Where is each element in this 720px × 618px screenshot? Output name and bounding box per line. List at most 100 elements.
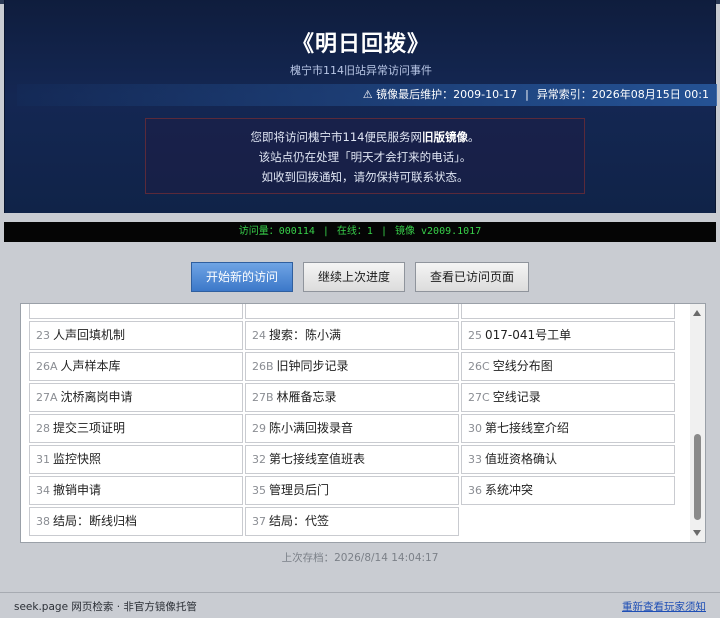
item-number: 30 — [468, 422, 482, 435]
list-item[interactable]: 26C 空线分布图 — [461, 352, 675, 381]
item-label: 管理员后门 — [269, 483, 330, 497]
list-item[interactable]: 36 系统冲突 — [461, 476, 675, 505]
list-item[interactable]: 27C 空线记录 — [461, 383, 675, 412]
action-buttons: 开始新的访问 继续上次进度 查看已访问页面 — [4, 262, 716, 292]
record-list[interactable]: 23 人声回填机制 24 搜索：陈小满 25 017-041号工单 26A 人声样本库 26B 旧… — [20, 303, 706, 543]
visitor-counter: 访问量：000114 | 在线：1 | 镜像 v2009.1017 — [4, 222, 716, 242]
notice-line-3: 如收到回拨通知，请勿保持可联系状态。 — [261, 170, 469, 184]
item-number: 37 — [252, 515, 266, 528]
visited-pages-button[interactable]: 查看已访问页面 — [415, 262, 530, 292]
list-item[interactable]: 24 搜索：陈小满 — [245, 321, 459, 350]
item-label: 空线记录 — [492, 390, 541, 404]
table-row: 34 撤销申请 35 管理员后门 36 系统冲突 — [29, 476, 689, 505]
item-number: 29 — [252, 422, 266, 435]
site-header: 《明日回拨》 槐宁市114旧站异常访问事件 ⚠ 镜像最后维护：2009-10-1… — [4, 0, 717, 213]
online-count: 在线：1 — [336, 226, 373, 237]
item-label: 值班资格确认 — [485, 452, 558, 466]
notice-box: 您即将访问槐宁市114便民服务网旧版镜像。 该站点仍在处理「明天才会打来的电话」… — [145, 118, 585, 194]
maintenance-date: ⚠ 镜像最后维护：2009-10-17 — [362, 88, 518, 101]
table-row: 23 人声回填机制 24 搜索：陈小满 25 017-041号工单 — [29, 321, 689, 350]
list-item-clipped[interactable] — [245, 304, 459, 319]
item-label: 搜索：陈小满 — [269, 328, 342, 342]
item-label: 第七接线室介绍 — [485, 421, 570, 435]
item-label: 撤销申请 — [53, 483, 102, 497]
item-number: 27B — [252, 391, 274, 404]
list-item[interactable]: 28 提交三项证明 — [29, 414, 243, 443]
main-panel: 开始新的访问 继续上次进度 查看已访问页面 23 人声回填机制 24 搜索：陈小满 25… — [4, 242, 716, 592]
item-label: 提交三项证明 — [53, 421, 126, 435]
scroll-down-arrow-icon[interactable] — [693, 530, 701, 536]
item-number: 33 — [468, 453, 482, 466]
list-item[interactable]: 38 结局：断线归档 — [29, 507, 243, 536]
player-notice-link[interactable]: 重新查看玩家须知 — [622, 599, 706, 614]
scroll-up-arrow-icon[interactable] — [693, 310, 701, 316]
table-row: 26A 人声样本库 26B 旧钟同步记录 26C 空线分布图 — [29, 352, 689, 381]
record-grid: 23 人声回填机制 24 搜索：陈小满 25 017-041号工单 26A 人声样本库 26B 旧… — [29, 304, 689, 538]
item-label: 旧钟同步记录 — [276, 359, 349, 373]
item-number: 27A — [36, 391, 58, 404]
vertical-scrollbar[interactable] — [690, 304, 705, 542]
list-item[interactable]: 33 值班资格确认 — [461, 445, 675, 474]
notice-emphasis: 旧版镜像 — [421, 130, 468, 144]
list-item[interactable]: 27B 林雁备忘录 — [245, 383, 459, 412]
item-number: 36 — [468, 484, 482, 497]
mirror-version: 镜像 v2009.1017 — [394, 226, 482, 237]
item-number: 23 — [36, 329, 50, 342]
footer-host-info: seek.page 网页检索 · 非官方镜像托管 — [14, 601, 197, 613]
item-label: 017-041号工单 — [485, 328, 572, 342]
item-number: 31 — [36, 453, 50, 466]
table-row: 27A 沈桥离岗申请 27B 林雁备忘录 27C 空线记录 — [29, 383, 689, 412]
item-label: 系统冲突 — [485, 483, 534, 497]
notice-line-2: 该站点仍在处理「明天才会打来的电话」。 — [258, 150, 472, 164]
item-label: 第七接线室值班表 — [269, 452, 366, 466]
item-label: 空线分布图 — [492, 359, 553, 373]
item-label: 结局：断线归档 — [53, 514, 138, 528]
continue-button[interactable]: 继续上次进度 — [302, 262, 405, 292]
list-item[interactable]: 26B 旧钟同步记录 — [245, 352, 459, 381]
table-row: 28 提交三项证明 29 陈小满回拨录音 30 第七接线室介绍 — [29, 414, 689, 443]
item-number: 28 — [36, 422, 50, 435]
item-number: 26C — [468, 360, 490, 373]
item-number: 34 — [36, 484, 50, 497]
list-item[interactable]: 25 017-041号工单 — [461, 321, 675, 350]
list-item[interactable]: 37 结局：代签 — [245, 507, 459, 536]
page-subtitle: 槐宁市114旧站异常访问事件 — [290, 64, 432, 77]
item-number: 35 — [252, 484, 266, 497]
item-label: 人声样本库 — [60, 359, 121, 373]
list-item[interactable]: 23 人声回填机制 — [29, 321, 243, 350]
visit-count: 访问量：000114 — [238, 226, 315, 237]
list-item[interactable]: 35 管理员后门 — [245, 476, 459, 505]
item-number: 38 — [36, 515, 50, 528]
item-label: 人声回填机制 — [53, 328, 126, 342]
scrollbar-thumb[interactable] — [694, 434, 701, 520]
table-row-partial — [29, 304, 689, 319]
separator: | — [525, 88, 529, 101]
item-label: 沈桥离岗申请 — [60, 390, 133, 404]
list-item[interactable]: 32 第七接线室值班表 — [245, 445, 459, 474]
table-row: 38 结局：断线归档 37 结局：代签 — [29, 507, 689, 536]
list-item[interactable]: 31 监控快照 — [29, 445, 243, 474]
list-item[interactable]: 30 第七接线室介绍 — [461, 414, 675, 443]
list-item[interactable]: 29 陈小满回拨录音 — [245, 414, 459, 443]
list-item-clipped[interactable] — [461, 304, 675, 319]
new-visit-button[interactable]: 开始新的访问 — [190, 262, 293, 292]
list-item[interactable]: 34 撤销申请 — [29, 476, 243, 505]
item-number: 24 — [252, 329, 266, 342]
item-number: 32 — [252, 453, 266, 466]
anomaly-index: 异常索引：2026年08月15日 00:1 — [536, 88, 709, 101]
item-label: 结局：代签 — [269, 514, 330, 528]
table-row: 31 监控快照 32 第七接线室值班表 33 值班资格确认 — [29, 445, 689, 474]
item-number: 27C — [468, 391, 490, 404]
empty-cell — [461, 507, 675, 536]
item-label: 监控快照 — [53, 452, 102, 466]
item-label: 陈小满回拨录音 — [269, 421, 354, 435]
list-item[interactable]: 26A 人声样本库 — [29, 352, 243, 381]
item-number: 25 — [468, 329, 482, 342]
list-item[interactable]: 27A 沈桥离岗申请 — [29, 383, 243, 412]
page-footer: seek.page 网页检索 · 非官方镜像托管 重新查看玩家须知 — [0, 592, 720, 618]
item-number: 26A — [36, 360, 58, 373]
last-save-time: 上次存档：2026/8/14 14:04:17 — [281, 552, 439, 564]
notice-line-1: 您即将访问槐宁市114便民服务网旧版镜像。 — [250, 130, 480, 144]
list-item-clipped[interactable] — [29, 304, 243, 319]
item-number: 26B — [252, 360, 274, 373]
